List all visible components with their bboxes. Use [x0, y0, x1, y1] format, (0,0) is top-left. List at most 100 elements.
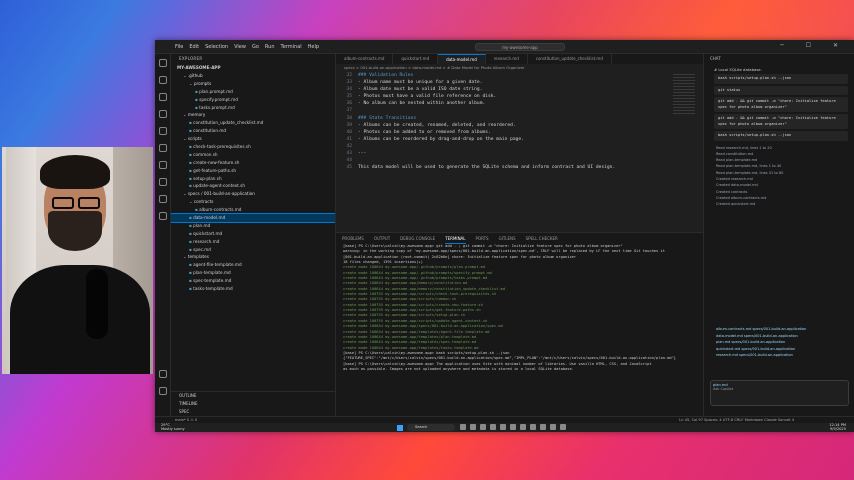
file-item[interactable]: ▪ common.sh	[171, 151, 335, 159]
taskbar-app-icon[interactable]	[550, 424, 556, 430]
file-item[interactable]: ▪ plan.md	[171, 222, 335, 230]
status-left[interactable]: main* 0 ⚠ 0	[175, 418, 197, 422]
folder-item[interactable]: ⌄ templates	[171, 253, 335, 261]
folder-item[interactable]: ⌄ .github	[171, 72, 335, 80]
folder-item[interactable]: ⌄ prompts	[171, 80, 335, 88]
taskbar-app-icon[interactable]	[510, 424, 516, 430]
taskbar-app-icon[interactable]	[520, 424, 526, 430]
chat-code-block[interactable]: git add . && git commit -m "chore: Initi…	[714, 114, 848, 129]
editor-tab[interactable]: data-model.md	[438, 54, 486, 64]
testing-icon[interactable]	[159, 161, 167, 169]
taskbar-app-icon[interactable]	[470, 424, 476, 430]
file-item[interactable]: ▪ spec.md	[171, 246, 335, 254]
window-controls[interactable]: ─ ☐ ✕	[780, 42, 848, 49]
menu-item-file[interactable]: File	[175, 44, 183, 50]
folder-item[interactable]: ⌄ scripts	[171, 135, 335, 143]
panel-tab-debug-console[interactable]: DEBUG CONSOLE	[400, 233, 435, 244]
panel-tab-gitlens[interactable]: GITLENS	[499, 233, 516, 244]
command-center-search[interactable]: my-awesome-app	[475, 43, 565, 51]
taskbar-search[interactable]: Search	[407, 424, 455, 431]
remote-explorer-icon[interactable]	[159, 144, 167, 152]
file-item[interactable]: ▪ spec-template.md	[171, 277, 335, 285]
menu-item-go[interactable]: Go	[252, 44, 259, 50]
menu-item-terminal[interactable]: Terminal	[281, 44, 302, 50]
file-item[interactable]: ▪ album-contracts.md	[171, 206, 335, 214]
chat-command[interactable]: git status	[714, 85, 848, 95]
code-line: 39 - Albums can be created, renamed, dele…	[336, 122, 703, 129]
line-text: - Album name must be unique for a given …	[358, 80, 483, 86]
taskbar-clock[interactable]: 12:14 PM 9/9/2025	[829, 423, 846, 432]
tree-item-label: spec.md	[193, 246, 211, 252]
file-item[interactable]: ▪ create-new-feature.sh	[171, 159, 335, 167]
editor-tab[interactable]: constitution_update_checklist.md	[528, 54, 612, 64]
tree-item-label: quickstart.md	[193, 230, 223, 236]
explorer-section-outline[interactable]: OUTLINE	[171, 392, 335, 400]
account-icon[interactable]	[159, 370, 167, 378]
editor-tab[interactable]: album-contracts.md	[336, 54, 394, 64]
panel-tab-problems[interactable]: PROBLEMS	[342, 233, 364, 244]
extensions-icon[interactable]	[159, 127, 167, 135]
folder-item[interactable]: ⌄ memory	[171, 111, 335, 119]
menu-item-run[interactable]: Run	[265, 44, 275, 50]
panel-tab-terminal[interactable]: TERMINAL	[445, 233, 466, 244]
file-item[interactable]: ▪ setup-plan.sh	[171, 175, 335, 183]
file-item[interactable]: ▪ check-task-prerequisites.sh	[171, 143, 335, 151]
explorer-section-spec[interactable]: SPEC	[171, 408, 335, 416]
file-item[interactable]: ▪ research.md	[171, 238, 335, 246]
code-line: 42	[336, 143, 703, 150]
editor-tab[interactable]: research.md	[486, 54, 528, 64]
panel-tab-output[interactable]: OUTPUT	[374, 233, 390, 244]
editor-tab[interactable]: quickstart.md	[393, 54, 439, 64]
gitlens-icon[interactable]	[159, 178, 167, 186]
file-item[interactable]: ▪ constitution_update_checklist.md	[171, 119, 335, 127]
copilot-icon[interactable]	[159, 195, 167, 203]
panel-tab-ports[interactable]: PORTS	[476, 233, 489, 244]
minimap[interactable]	[673, 74, 695, 114]
taskbar-app-icon[interactable]	[540, 424, 546, 430]
code-editor[interactable]: 32 ### Validation Rules 33 - Album name mus…	[336, 72, 703, 232]
explorer-section-timeline[interactable]: TIMELINE	[171, 400, 335, 408]
start-button[interactable]	[397, 425, 403, 431]
file-item[interactable]: ▪ agent-file-template.md	[171, 261, 335, 269]
menu-item-view[interactable]: View	[234, 44, 246, 50]
taskbar-app-icon[interactable]	[460, 424, 466, 430]
panel-tab-spell-checker[interactable]: SPELL CHECKER	[526, 233, 558, 244]
menu-item-selection[interactable]: Selection	[205, 44, 228, 50]
explorer-icon[interactable]	[159, 59, 167, 67]
chat-code-block[interactable]: bash scripts/setup-plan.sh --json	[714, 74, 848, 84]
taskbar-app-icon[interactable]	[500, 424, 506, 430]
menu-item-help[interactable]: Help	[308, 44, 319, 50]
chat-code-block[interactable]: git add . && git commit -m "chore: Initi…	[714, 97, 848, 112]
terminal-output[interactable]: [base] PS C:\Users\calvin\my-awesome-app…	[336, 244, 703, 372]
file-item[interactable]: ▪ data-model.md	[171, 213, 335, 223]
taskbar-app-icon[interactable]	[480, 424, 486, 430]
breadcrumb[interactable]: specs > 001-build-an-application > data-…	[336, 64, 703, 72]
chat-code-block[interactable]: bash scripts/setup-plan.sh --json	[714, 131, 848, 141]
folder-item[interactable]: ⌄ specs / 001-build-an-application	[171, 190, 335, 198]
file-item[interactable]: ▪ tasks.prompt.md	[171, 104, 335, 112]
run-debug-icon[interactable]	[159, 110, 167, 118]
chat-input[interactable]: plan.md Ask Copilot	[710, 380, 849, 406]
taskbar-app-icon[interactable]	[560, 424, 566, 430]
file-item[interactable]: ▪ get-feature-paths.sh	[171, 167, 335, 175]
file-item[interactable]: ▪ plan-template.md	[171, 269, 335, 277]
file-item[interactable]: ▪ tasks-template.md	[171, 285, 335, 293]
search-icon[interactable]	[159, 76, 167, 84]
taskbar-app-icon[interactable]	[530, 424, 536, 430]
file-item[interactable]: ▪ specify.prompt.md	[171, 96, 335, 104]
changed-file-item[interactable]: research.md specs/001-build-an-applicati…	[704, 352, 854, 359]
folder-item[interactable]: ⌄ contracts	[171, 198, 335, 206]
taskbar-app-icon[interactable]	[490, 424, 496, 430]
gear-icon[interactable]	[159, 387, 167, 395]
weather-widget[interactable]: 29°C Mostly sunny	[161, 423, 185, 431]
docker-icon[interactable]	[159, 212, 167, 220]
file-item[interactable]: ▪ update-agent-context.sh	[171, 182, 335, 190]
chat-header: CHAT	[710, 56, 721, 61]
file-item[interactable]: ▪ quickstart.md	[171, 230, 335, 238]
file-item[interactable]: ▪ constitution.md	[171, 127, 335, 135]
menu-item-edit[interactable]: Edit	[189, 44, 199, 50]
code-line: 43 ---	[336, 150, 703, 157]
workspace-root[interactable]: MY-AWESOME-APP	[171, 64, 335, 72]
file-item[interactable]: ▪ plan.prompt.md	[171, 88, 335, 96]
source-control-icon[interactable]	[159, 93, 167, 101]
